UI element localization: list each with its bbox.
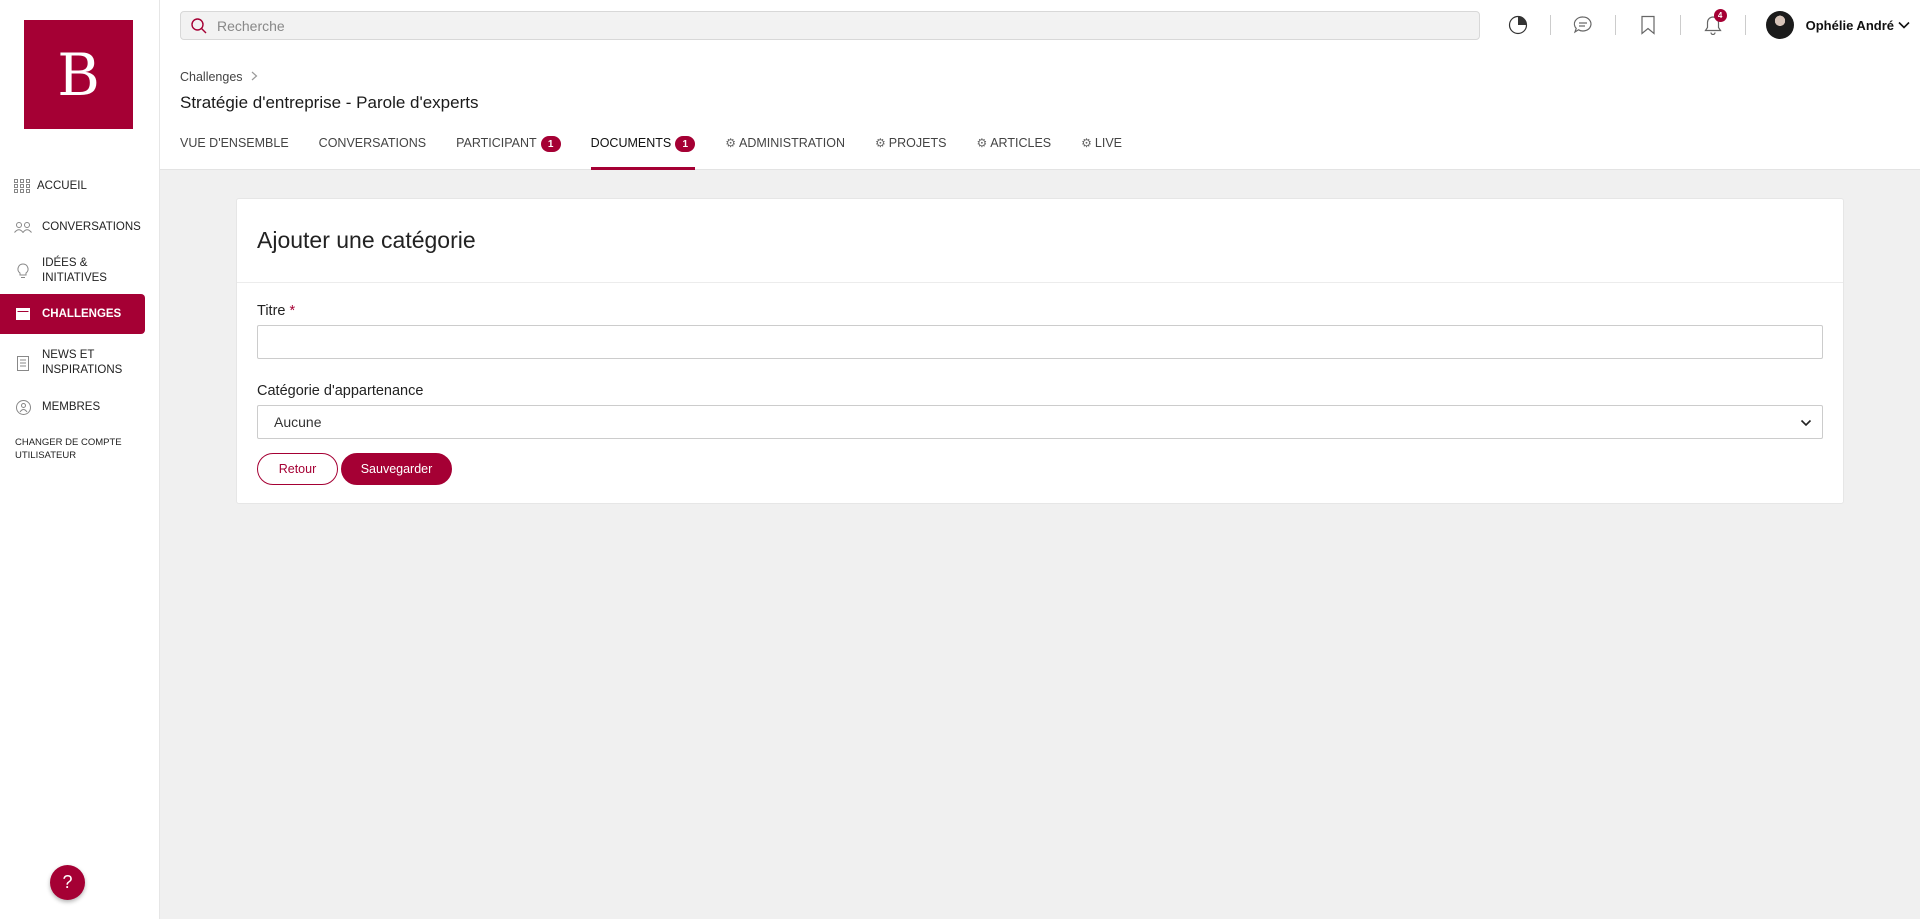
sidebar-item-label: IDÉES & INITIATIVES — [42, 257, 107, 284]
document-icon — [14, 354, 32, 372]
sidebar-item-label: ACCUEIL — [37, 180, 87, 192]
tab-articles[interactable]: ⚙ ARTICLES — [976, 134, 1051, 170]
pie-chart-icon[interactable] — [1506, 13, 1530, 37]
parent-category-field: Catégorie d'appartenance Aucune — [257, 383, 1823, 439]
members-icon — [14, 398, 32, 416]
switch-account-link[interactable]: CHANGER DE COMPTE UTILISATEUR — [15, 436, 145, 462]
bookmark-icon[interactable] — [1636, 13, 1660, 37]
sidebar-item-label: NEWS ET INSPIRATIONS — [42, 349, 123, 376]
notification-badge: 4 — [1713, 9, 1727, 22]
add-category-card: Ajouter une catégorie Titre * Catégorie … — [236, 198, 1844, 504]
count-badge: 1 — [675, 136, 696, 152]
chat-icon[interactable] — [1571, 13, 1595, 37]
help-button[interactable]: ? — [50, 865, 85, 900]
tab-conversations[interactable]: CONVERSATIONS — [319, 134, 426, 170]
form-actions: Retour Sauvegarder — [257, 453, 1823, 485]
parent-category-value: Aucune — [274, 414, 322, 430]
search-input[interactable] — [217, 17, 1479, 34]
sidebar-item-label: CHALLENGES — [42, 308, 122, 320]
required-mark: * — [289, 303, 296, 319]
count-badge: 1 — [540, 136, 561, 152]
brand-logo[interactable]: B — [24, 20, 133, 129]
question-icon: ? — [62, 872, 73, 892]
title-label: Titre * — [257, 303, 1823, 319]
save-button[interactable]: Sauvegarder — [341, 453, 452, 485]
user-menu[interactable]: Ophélie André — [1765, 11, 1910, 39]
page-title: Stratégie d'entreprise - Parole d'expert… — [180, 93, 479, 112]
category-form: Titre * Catégorie d'appartenance Aucune … — [237, 283, 1843, 485]
logo-letter: B — [57, 40, 100, 109]
gear-icon: ⚙ — [976, 136, 988, 150]
calendar-icon — [14, 305, 32, 323]
sidebar-item-membres[interactable]: MEMBRES — [0, 392, 145, 422]
tab-vue-ensemble[interactable]: VUE D'ENSEMBLE — [180, 134, 289, 170]
sidebar-item-label: MEMBRES — [42, 401, 101, 413]
divider — [1549, 15, 1551, 35]
lightbulb-icon — [14, 262, 32, 280]
divider — [1614, 15, 1616, 35]
tab-documents[interactable]: DOCUMENTS 1 — [590, 134, 696, 170]
back-button[interactable]: Retour — [257, 453, 338, 485]
tab-label: ADMINISTRATION — [739, 136, 846, 150]
gear-icon: ⚙ — [725, 136, 736, 150]
parent-category-select[interactable]: Aucune — [257, 405, 1823, 439]
sidebar-item-accueil[interactable]: ACCUEIL — [0, 171, 145, 201]
tab-label: LIVE — [1094, 136, 1122, 150]
search-icon — [191, 17, 207, 34]
chevron-right-icon — [251, 70, 258, 84]
parent-category-label: Catégorie d'appartenance — [257, 383, 424, 399]
tab-participant[interactable]: PARTICIPANT 1 — [456, 134, 561, 170]
tab-live[interactable]: ⚙ LIVE — [1081, 134, 1122, 170]
chevron-down-icon — [1898, 16, 1910, 34]
card-title: Ajouter une catégorie — [257, 227, 476, 253]
breadcrumb: Challenges — [180, 70, 258, 84]
title-input[interactable] — [257, 325, 1823, 359]
divider — [1679, 15, 1681, 35]
tab-label: DOCUMENTS — [590, 136, 672, 150]
tab-label: VUE D'ENSEMBLE — [180, 136, 289, 150]
sidebar-item-idees[interactable]: IDÉES & INITIATIVES — [0, 252, 145, 290]
bell-icon[interactable]: 4 — [1701, 9, 1727, 37]
sidebar-item-challenges[interactable]: CHALLENGES — [0, 294, 145, 334]
header: 4 Ophélie André Challenges Stratégie d'e… — [160, 0, 1920, 170]
breadcrumb-challenges[interactable]: Challenges — [180, 70, 243, 84]
grid-icon — [13, 177, 31, 195]
chevron-down-icon — [1800, 416, 1812, 432]
user-name: Ophélie André — [1805, 17, 1894, 33]
header-actions: 4 Ophélie André — [1506, 8, 1920, 42]
card-header: Ajouter une catégorie — [237, 199, 1843, 283]
sidebar: B ACCUEIL CONVERSATIONS IDÉES & INITIATI… — [0, 0, 160, 919]
search-bar[interactable] — [180, 11, 1480, 40]
tab-administration[interactable]: ⚙ ADMINISTRATION — [725, 134, 845, 170]
sidebar-item-news[interactable]: NEWS ET INSPIRATIONS — [0, 344, 145, 382]
title-label-text: Titre — [257, 303, 286, 319]
gear-icon: ⚙ — [1081, 136, 1092, 150]
people-icon — [14, 218, 32, 236]
tab-label: PROJETS — [888, 136, 947, 150]
tab-label: CONVERSATIONS — [318, 136, 427, 150]
sidebar-item-label: CONVERSATIONS — [42, 221, 141, 233]
tab-bar: VUE D'ENSEMBLE CONVERSATIONS PARTICIPANT… — [180, 134, 1152, 170]
divider — [1744, 15, 1746, 35]
tab-projets[interactable]: ⚙ PROJETS — [875, 134, 946, 170]
sidebar-item-conversations[interactable]: CONVERSATIONS — [0, 212, 145, 242]
tab-label: PARTICIPANT — [456, 136, 537, 150]
gear-icon: ⚙ — [875, 136, 886, 150]
tab-label: ARTICLES — [990, 136, 1052, 150]
avatar — [1765, 11, 1794, 39]
